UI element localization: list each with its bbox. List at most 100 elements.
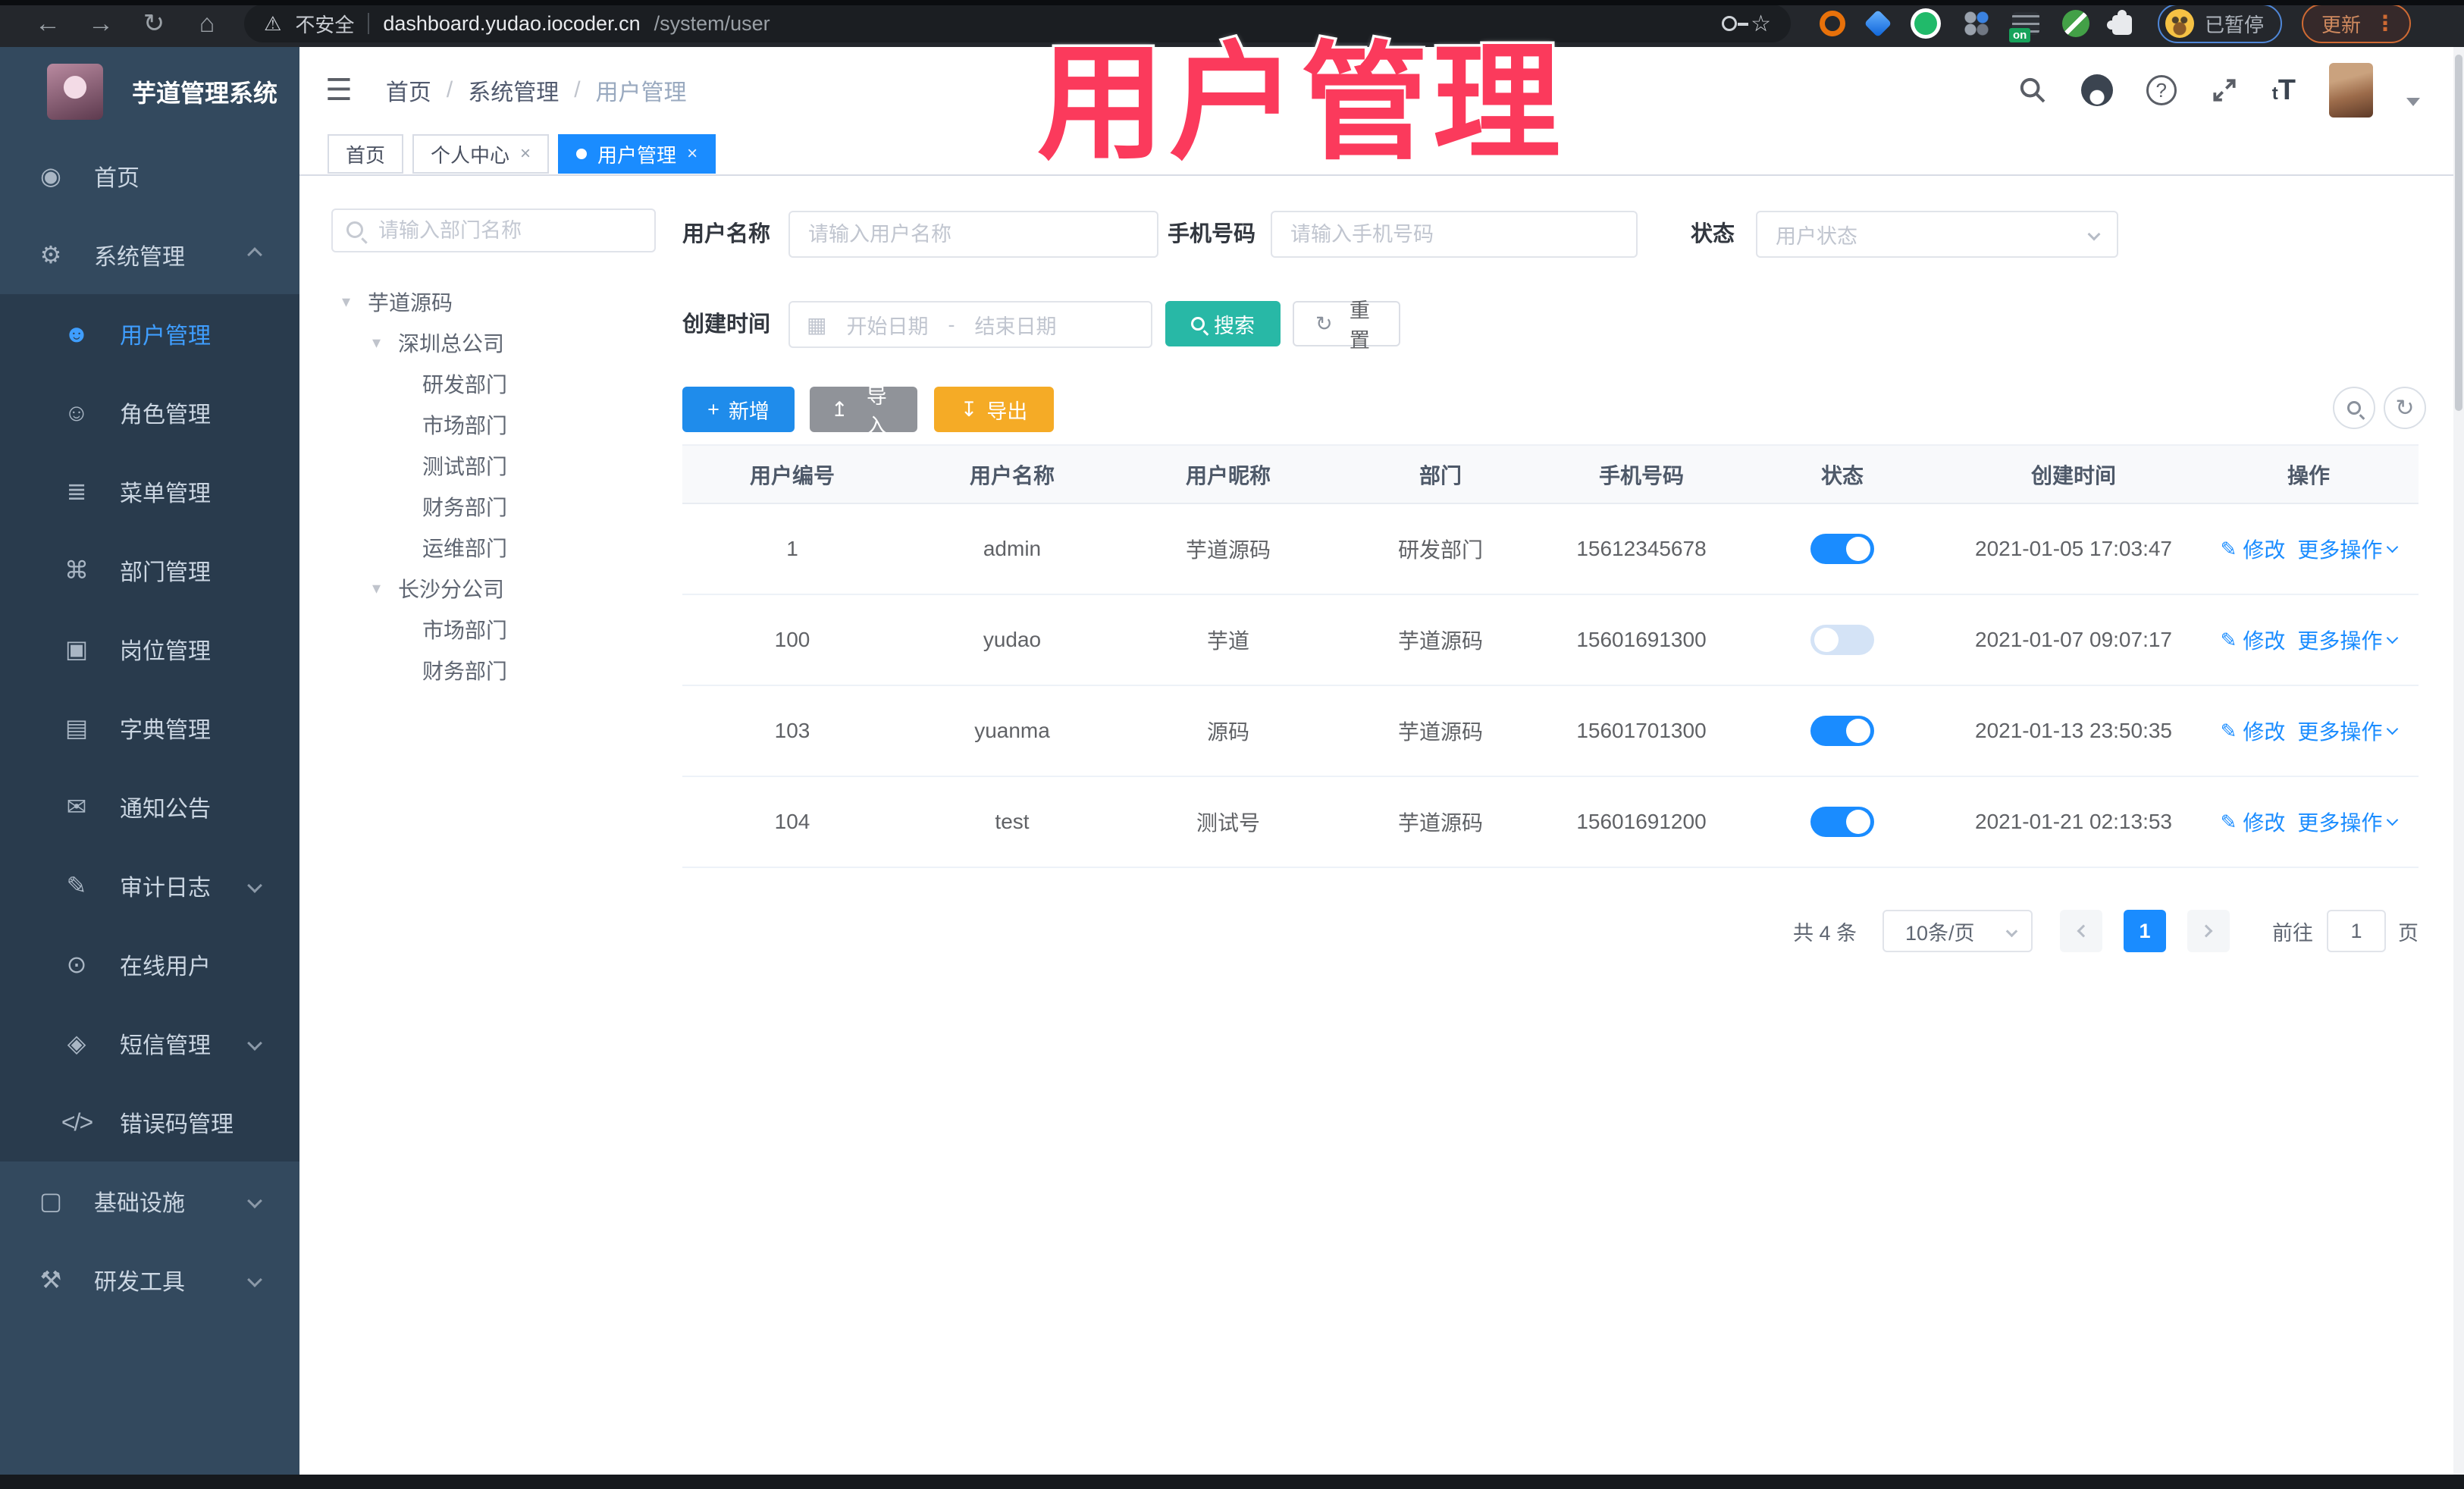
browser-forward-icon[interactable]: → [74,9,127,39]
username-input[interactable] [788,211,1158,258]
tree-node[interactable]: 研发部门 [331,363,656,404]
font-size-icon[interactable]: tT [2272,74,2296,107]
help-icon[interactable]: ? [2146,75,2177,105]
browser-back-icon[interactable]: ← [21,9,74,39]
prev-page-button[interactable] [2060,910,2102,952]
status-toggle[interactable] [1810,534,1874,564]
avatar[interactable] [2329,63,2373,118]
status-toggle[interactable] [1810,716,1874,746]
search-button[interactable]: 搜索 [1165,301,1281,346]
edit-link[interactable]: ✎ 修改 [2221,625,2286,655]
search-icon[interactable] [2017,75,2048,105]
tree-node[interactable]: 财务部门 [331,650,656,691]
extensions-puzzle-icon[interactable] [2107,10,2132,35]
status-select[interactable]: 用户状态 [1756,211,2118,258]
sidebar-item-error-codes[interactable]: </> 错误码管理 [0,1083,299,1161]
tree-node[interactable]: 市场部门 [331,609,656,650]
extension-list-icon[interactable]: on [2009,12,2039,42]
shield-check-icon: ◈ [67,1030,86,1057]
edit-link[interactable]: ✎ 修改 [2221,716,2286,746]
bookmark-star-icon[interactable]: ☆ [1751,11,1771,37]
breadcrumb-home[interactable]: 首页 [386,74,431,107]
sidebar-item-dict[interactable]: ▤ 字典管理 [0,688,299,767]
collapse-sidebar-icon[interactable]: ☰ [325,73,353,108]
sidebar-item-users[interactable]: ☻ 用户管理 [0,294,299,373]
edit-link[interactable]: ✎ 修改 [2221,534,2286,564]
sidebar-item-roles[interactable]: ☺ 角色管理 [0,373,299,452]
more-actions-link[interactable]: 更多操作 [2297,716,2399,746]
extension-orange-icon[interactable] [1820,11,1845,36]
sidebar-item-system[interactable]: ⚙ 系统管理 [0,215,299,294]
warning-icon: ⚠ [264,11,282,35]
tree-node[interactable]: 财务部门 [331,486,656,527]
user-icon: ☻ [64,319,89,347]
sidebar-item-menus[interactable]: ≣ 菜单管理 [0,452,299,531]
profile-paused-chip[interactable]: 已暂停 [2158,4,2283,43]
tree-node[interactable]: ▾ 深圳总公司 [331,322,656,363]
tree-node-label: 深圳总公司 [398,332,505,356]
sidebar-item-audit-log[interactable]: ✎ 审计日志 [0,846,299,925]
goto-page-input[interactable] [2327,910,2386,952]
chevron-down-icon [247,1193,262,1208]
export-button[interactable]: ↧ 导出 [934,387,1054,432]
sidebar-logo[interactable]: 芋道管理系统 [0,47,299,136]
browser-reload-icon[interactable]: ↻ [127,8,180,39]
caret-down-icon[interactable]: ▾ [372,333,398,353]
import-button[interactable]: ↥ 导入 [810,385,917,437]
tab-user-management[interactable]: 用户管理 × [558,134,716,174]
toggle-search-button[interactable] [2333,387,2375,429]
export-button-label: 导出 [986,400,1028,423]
browser-menu-icon[interactable]: ⋮ [2375,13,2396,34]
fullscreen-icon[interactable] [2210,76,2239,105]
sidebar-item-home[interactable]: ◉ 首页 [0,136,299,215]
date-range-picker[interactable]: ▦ 开始日期 - 结束日期 [788,301,1152,348]
more-actions-link[interactable]: 更多操作 [2297,807,2399,837]
next-page-button[interactable] [2187,910,2230,952]
add-button[interactable]: + 新增 [682,387,795,432]
close-icon[interactable]: × [687,143,698,165]
password-key-icon[interactable] [1722,16,1749,31]
close-icon[interactable]: × [520,143,531,165]
search-button-label: 搜索 [1214,314,1255,337]
edit-link[interactable]: ✎ 修改 [2221,807,2286,837]
tree-node[interactable]: ▾ 芋道源码 [331,281,656,322]
more-actions-link[interactable]: 更多操作 [2297,534,2399,564]
sidebar-item-dev-tools[interactable]: ⚒ 研发工具 [0,1240,299,1319]
sidebar-item-posts[interactable]: ▣ 岗位管理 [0,610,299,688]
browser-update-button[interactable]: 更新 ⋮ [2302,4,2412,43]
tab-home[interactable]: 首页 [328,134,404,174]
mobile-input[interactable] [1271,211,1638,258]
refresh-table-button[interactable]: ↻ [2384,387,2426,429]
sidebar-item-sms[interactable]: ◈ 短信管理 [0,1004,299,1083]
extension-gem-icon[interactable] [1864,9,1892,38]
page-scrollbar[interactable] [2453,47,2464,1475]
extension-grid-icon[interactable] [1964,11,1989,36]
sidebar-item-online-users[interactable]: ⊙ 在线用户 [0,925,299,1004]
tree-node[interactable]: 运维部门 [331,527,656,568]
avatar-caret-icon[interactable] [2406,97,2420,106]
browser-home-icon[interactable]: ⌂ [180,9,234,39]
status-toggle[interactable] [1810,625,1874,655]
current-page-button[interactable]: 1 [2124,910,2166,952]
tree-node[interactable]: 测试部门 [331,445,656,486]
more-actions-link[interactable]: 更多操作 [2297,625,2399,655]
extension-green-circle-icon[interactable] [1911,8,1941,39]
sidebar-item-departments[interactable]: ⌘ 部门管理 [0,531,299,610]
caret-down-icon[interactable]: ▾ [372,578,398,598]
extension-leaf-icon[interactable] [2062,10,2089,37]
users-icon: ☺ [64,398,89,426]
status-toggle[interactable] [1810,807,1874,837]
sidebar-item-infrastructure[interactable]: ▢ 基础设施 [0,1161,299,1240]
tab-profile[interactable]: 个人中心 × [412,134,550,174]
github-icon[interactable] [2080,74,2113,106]
caret-down-icon[interactable]: ▾ [342,292,368,312]
scrollbar-thumb[interactable] [2455,55,2462,411]
department-search-input[interactable] [331,208,656,252]
tree-node[interactable]: 市场部门 [331,404,656,445]
breadcrumb-system[interactable]: 系统管理 [468,74,559,107]
sidebar-item-notice[interactable]: ✉ 通知公告 [0,767,299,846]
tree-node[interactable]: ▾ 长沙分公司 [331,568,656,609]
reset-button[interactable]: ↻ 重置 [1293,299,1400,352]
page-size-select[interactable]: 10条/页 [1882,910,2033,952]
mobile-cell: 15601691300 [1576,628,1707,651]
